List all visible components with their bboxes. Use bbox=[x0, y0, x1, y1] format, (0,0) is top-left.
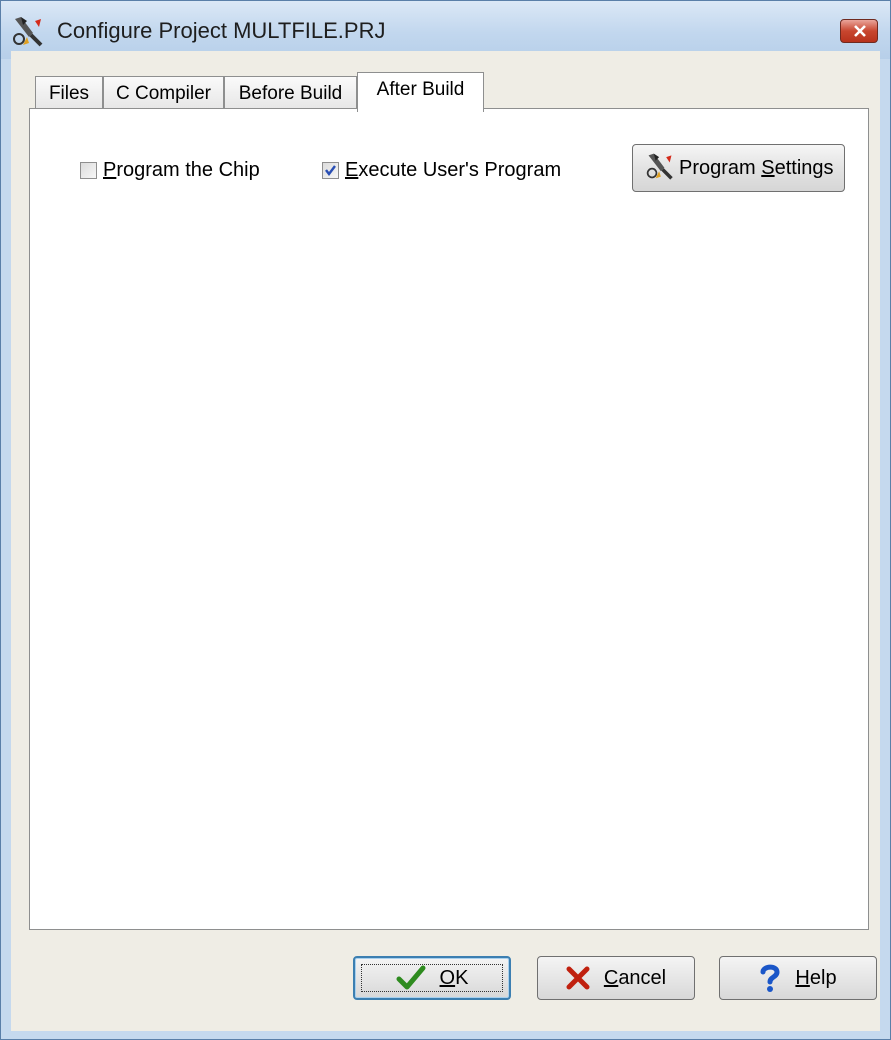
checkmark-icon bbox=[325, 165, 336, 176]
program-settings-button[interactable]: Program Settings bbox=[632, 144, 845, 192]
checkbox-box[interactable] bbox=[80, 162, 97, 179]
help-button[interactable]: Help bbox=[719, 956, 877, 1000]
after-build-panel: Program the Chip Execute User's Program bbox=[29, 108, 869, 930]
tab-c-compiler[interactable]: C Compiler bbox=[103, 76, 224, 110]
focus-ring bbox=[361, 964, 503, 992]
dialog-client-area: Files C Compiler Before Build After Buil… bbox=[11, 51, 880, 1031]
tab-label: Before Build bbox=[238, 83, 343, 104]
tools-icon bbox=[11, 15, 45, 47]
close-icon bbox=[854, 25, 866, 37]
tab-before-build[interactable]: Before Build bbox=[224, 76, 357, 110]
window-title: Configure Project MULTFILE.PRJ bbox=[57, 18, 386, 43]
ok-button[interactable]: OK bbox=[353, 956, 511, 1000]
tab-after-build[interactable]: After Build bbox=[357, 72, 484, 112]
close-button[interactable] bbox=[840, 19, 878, 43]
program-chip-label: Program the Chip bbox=[103, 159, 260, 181]
tab-label: After Build bbox=[376, 79, 465, 100]
help-label: Help bbox=[795, 966, 837, 989]
execute-program-label: Execute User's Program bbox=[345, 159, 562, 181]
program-chip-checkbox[interactable]: Program the Chip bbox=[80, 159, 260, 182]
cancel-label: Cancel bbox=[603, 966, 667, 989]
tab-label: C Compiler bbox=[115, 83, 212, 104]
execute-program-checkbox[interactable]: Execute User's Program bbox=[322, 159, 561, 182]
tab-label: Files bbox=[48, 83, 90, 104]
x-icon bbox=[566, 966, 590, 990]
configure-project-dialog: Configure Project MULTFILE.PRJ Files C C… bbox=[0, 0, 891, 1040]
question-icon bbox=[760, 964, 780, 992]
tools-icon bbox=[645, 151, 675, 186]
program-settings-label: Program Settings bbox=[679, 156, 834, 179]
checkbox-box[interactable] bbox=[322, 162, 339, 179]
tab-files[interactable]: Files bbox=[35, 76, 103, 110]
cancel-button[interactable]: Cancel bbox=[537, 956, 695, 1000]
